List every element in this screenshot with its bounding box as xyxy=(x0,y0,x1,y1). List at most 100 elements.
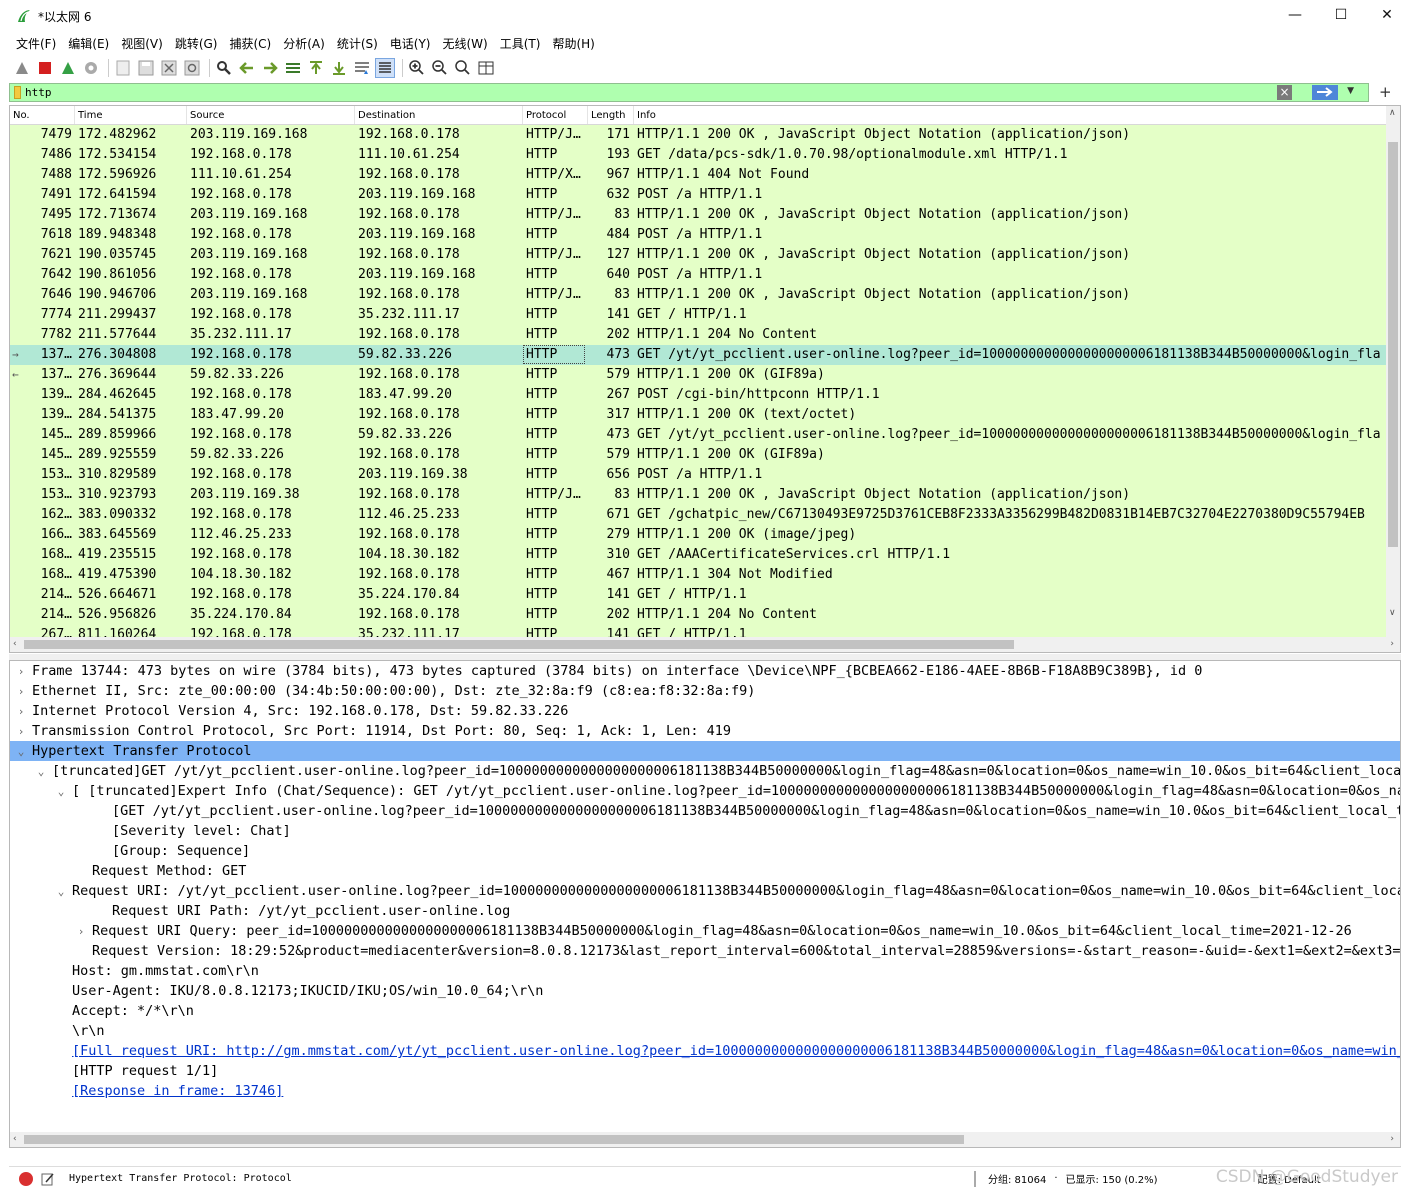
detail-tree-item[interactable]: › Request URI Query: peer_id=100000000000… xyxy=(10,921,1400,941)
reload-file-icon[interactable] xyxy=(182,58,202,78)
menu-edit[interactable]: 编辑(E) xyxy=(62,35,115,52)
stop-capture-icon[interactable] xyxy=(35,58,55,78)
detail-tree-item[interactable]: ⌄[ [truncated]Expert Info (Chat/Sequence… xyxy=(10,781,1400,801)
find-packet-icon[interactable] xyxy=(214,58,234,78)
save-file-icon[interactable] xyxy=(136,58,156,78)
detail-tree-item[interactable]: Request URI Path: /yt/yt_pcclient.user-o… xyxy=(10,901,1400,921)
packet-row[interactable]: 7618 189.948348 192.168.0.178 203.119.169.1… xyxy=(10,225,1386,245)
detail-tree-item[interactable]: User-Agent: IKU/8.0.8.12173;IKUCID/IKU;O… xyxy=(10,981,1400,1001)
packet-list-horizontal-scrollbar[interactable]: ‹ › xyxy=(10,637,1400,652)
packet-row[interactable]: 168… 419.475390 104.18.30.182 192.168.0.178… xyxy=(10,565,1386,585)
packet-list-hscroll-thumb[interactable] xyxy=(24,640,1014,649)
packet-row[interactable]: 7621 190.035745 203.119.169.168 192.168.0.1… xyxy=(10,245,1386,265)
detail-tree-item[interactable]: ⌄ Hypertext Transfer Protocol xyxy=(10,741,1400,761)
capture-comment-icon[interactable] xyxy=(41,1172,55,1186)
detail-tree-item[interactable]: Request Version: 18:29:52&product=mediac… xyxy=(10,941,1400,961)
collapse-chevron-icon[interactable]: › xyxy=(14,662,28,682)
packet-row[interactable]: 7491 172.641594 192.168.0.178 203.119.169.1… xyxy=(10,185,1386,205)
detail-link[interactable]: [Full request URI: http://gm.mmstat.com/… xyxy=(10,1041,1400,1061)
packet-row[interactable]: 214… 526.956826 35.224.170.84 192.168.0.178… xyxy=(10,605,1386,625)
column-header-info[interactable]: Info xyxy=(634,106,1400,124)
zoom-out-icon[interactable] xyxy=(430,58,450,78)
colorize-icon[interactable] xyxy=(375,58,395,78)
packet-row[interactable]: 139… 284.541375 183.47.99.20 192.168.0.178 H… xyxy=(10,405,1386,425)
packet-row[interactable]: 7646 190.946706 203.119.169.168 192.168.0.1… xyxy=(10,285,1386,305)
detail-tree-item[interactable]: [Group: Sequence] xyxy=(10,841,1400,861)
column-header-destination[interactable]: Destination xyxy=(355,106,523,124)
expand-chevron-icon[interactable]: ⌄ xyxy=(14,742,28,762)
packet-row[interactable]: 7488 172.596926 111.10.61.254 192.168.0.178… xyxy=(10,165,1386,185)
menu-capture[interactable]: 捕获(C) xyxy=(223,35,277,52)
expand-chevron-icon[interactable]: ⌄ xyxy=(54,882,68,902)
scroll-left-icon[interactable]: ‹ xyxy=(13,639,17,649)
scroll-right-icon[interactable]: › xyxy=(1390,1134,1394,1144)
resize-columns-icon[interactable] xyxy=(476,58,496,78)
close-file-icon[interactable] xyxy=(159,58,179,78)
menu-tools[interactable]: 工具(T) xyxy=(494,35,547,52)
packet-row[interactable]: 168… 419.235515 192.168.0.178 104.18.30.182… xyxy=(10,545,1386,565)
collapse-chevron-icon[interactable]: › xyxy=(14,682,28,702)
packet-row[interactable]: 139… 284.462645 192.168.0.178 183.47.99.20 H… xyxy=(10,385,1386,405)
display-filter-field[interactable]: http × ▼ xyxy=(9,82,1369,102)
menu-file[interactable]: 文件(F) xyxy=(10,35,62,52)
column-header-source[interactable]: Source xyxy=(187,106,355,124)
zoom-reset-icon[interactable] xyxy=(453,58,473,78)
open-file-icon[interactable] xyxy=(113,58,133,78)
apply-filter-icon[interactable] xyxy=(1312,84,1338,100)
collapse-chevron-icon[interactable]: › xyxy=(14,722,28,742)
scroll-left-icon[interactable]: ‹ xyxy=(13,1134,17,1144)
expert-info-icon[interactable] xyxy=(19,1171,33,1186)
detail-tree-item[interactable]: [Severity level: Chat] xyxy=(10,821,1400,841)
detail-tree-item[interactable]: ⌄ [truncated]GET /yt/yt_pcclient.user-onl… xyxy=(10,761,1400,781)
scroll-up-icon[interactable]: ∧ xyxy=(1389,108,1396,118)
packet-row[interactable]: 137… → 276.304808 192.168.0.178 59.82.33.226… xyxy=(10,345,1386,365)
go-first-icon[interactable] xyxy=(306,58,326,78)
packet-row[interactable]: 166… 383.645569 112.46.25.233 192.168.0.178… xyxy=(10,525,1386,545)
column-header-time[interactable]: Time xyxy=(75,106,187,124)
packet-row[interactable]: 7486 172.534154 192.168.0.178 111.10.61.254… xyxy=(10,145,1386,165)
packet-row[interactable]: 7479 172.482962 203.119.169.168 192.168.0.1… xyxy=(10,125,1386,145)
packet-row[interactable]: 214… 526.664671 192.168.0.178 35.224.170.84… xyxy=(10,585,1386,605)
packet-list-vertical-scrollbar[interactable]: ∧ ∨ xyxy=(1386,106,1400,638)
capture-options-icon[interactable] xyxy=(81,58,101,78)
detail-tree-item[interactable]: › Transmission Control Protocol, Src Port… xyxy=(10,721,1400,741)
details-horizontal-scrollbar[interactable]: ‹ › xyxy=(10,1132,1400,1147)
packet-row[interactable]: 7782 211.577644 35.232.111.17 192.168.0.178… xyxy=(10,325,1386,345)
packet-row[interactable]: 7774 211.299437 192.168.0.178 35.232.111.17… xyxy=(10,305,1386,325)
detail-link[interactable]: [Response in frame: 13746] xyxy=(10,1081,1400,1101)
minimize-button[interactable]: — xyxy=(1272,0,1318,30)
add-filter-button-icon[interactable]: + xyxy=(1379,83,1392,101)
detail-tree-item[interactable]: [HTTP request 1/1] xyxy=(10,1061,1400,1081)
menu-go[interactable]: 跳转(G) xyxy=(169,35,224,52)
filter-bookmark-icon[interactable] xyxy=(14,85,21,99)
go-last-icon[interactable] xyxy=(329,58,349,78)
detail-tree-item[interactable]: ⌄ Request URI: /yt/yt_pcclient.user-onlin… xyxy=(10,881,1400,901)
start-capture-icon[interactable] xyxy=(12,58,32,78)
maximize-button[interactable]: ☐ xyxy=(1318,0,1364,30)
detail-tree-item[interactable]: \r\n xyxy=(10,1021,1400,1041)
filter-history-dropdown-icon[interactable]: ▼ xyxy=(1347,86,1354,96)
scroll-down-icon[interactable]: ∨ xyxy=(1389,608,1396,618)
menu-telephony[interactable]: 电话(Y) xyxy=(384,35,437,52)
detail-tree-item[interactable]: › Internet Protocol Version 4, Src: 192.1… xyxy=(10,701,1400,721)
expand-chevron-icon[interactable]: ⌄ xyxy=(54,782,68,802)
zoom-in-icon[interactable] xyxy=(407,58,427,78)
close-button[interactable]: ✕ xyxy=(1364,0,1410,30)
column-header-length[interactable]: Length xyxy=(588,106,634,124)
details-hscroll-thumb[interactable] xyxy=(24,1135,964,1144)
detail-tree-item[interactable]: Accept: */*\r\n xyxy=(10,1001,1400,1021)
collapse-chevron-icon[interactable]: › xyxy=(14,702,28,722)
packet-row[interactable]: 162… 383.090332 192.168.0.178 112.46.25.233… xyxy=(10,505,1386,525)
display-filter-input[interactable]: http xyxy=(25,86,1225,99)
go-forward-icon[interactable] xyxy=(260,58,280,78)
autoscroll-icon[interactable] xyxy=(352,58,372,78)
expand-chevron-icon[interactable]: ⌄ xyxy=(34,762,48,782)
packet-row[interactable]: 7642 190.861056 192.168.0.178 203.119.169.1… xyxy=(10,265,1386,285)
detail-tree-item[interactable]: Host: gm.mmstat.com\r\n xyxy=(10,961,1400,981)
go-back-icon[interactable] xyxy=(237,58,257,78)
packet-row[interactable]: 7495 172.713674 203.119.169.168 192.168.0.1… xyxy=(10,205,1386,225)
scroll-right-icon[interactable]: › xyxy=(1390,639,1394,649)
packet-list-scroll-thumb[interactable] xyxy=(1388,142,1398,547)
packet-row[interactable]: 145… 289.925559 59.82.33.226 192.168.0.178 H… xyxy=(10,445,1386,465)
packet-row[interactable]: 137… ← 276.369644 59.82.33.226 192.168.0.178… xyxy=(10,365,1386,385)
